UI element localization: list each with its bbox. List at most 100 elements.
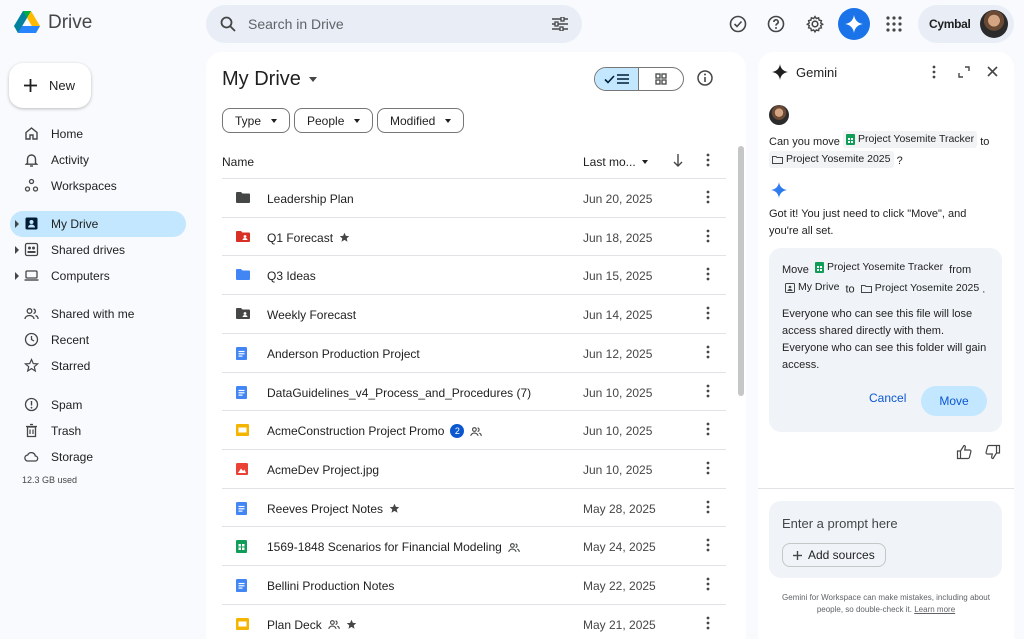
more-vert-icon[interactable] [706,461,710,475]
more-vert-icon[interactable] [932,65,936,79]
search-icon[interactable] [220,16,236,32]
list-view-button[interactable] [595,68,640,90]
file-chip[interactable]: Project Yosemite Tracker [843,131,978,148]
expand-caret-icon[interactable] [15,220,19,228]
new-button[interactable]: New [9,63,91,108]
more-vert-icon[interactable] [706,384,710,398]
table-row[interactable]: DataGuidelines_v4_Process_and_Procedures… [222,371,726,411]
search-input[interactable] [248,16,552,32]
table-row[interactable]: 1569-1848 Scenarios for Financial Modeli… [222,526,726,565]
table-row[interactable]: Anderson Production Project Jun 12, 2025 [222,332,726,372]
file-chip[interactable]: Project Yosemite Tracker [812,259,946,276]
starred-icon [339,232,350,243]
table-row[interactable]: Q3 Ideas Jun 15, 2025 [222,255,726,294]
sidebar-item-computers[interactable]: Computers [10,263,186,289]
column-modified-header[interactable]: Last mo... [583,155,648,169]
more-vert-icon[interactable] [706,153,710,167]
settings-gear-icon[interactable] [801,10,829,38]
sidebar-item-starred[interactable]: Starred [10,353,186,379]
more-vert-icon[interactable] [706,190,710,204]
more-vert-icon[interactable] [706,577,710,591]
table-row[interactable]: Q1 Forecast Jun 18, 2025 [222,216,726,256]
expand-caret-icon[interactable] [15,246,19,254]
more-vert-icon[interactable] [706,538,710,552]
more-vert-icon[interactable] [706,500,710,514]
scrollbar[interactable] [738,146,744,396]
sidebar-item-storage[interactable]: Storage [10,444,186,470]
table-row[interactable]: Bellini Production Notes May 22, 2025 [222,565,726,604]
table-row[interactable]: AcmeDev Project.jpg Jun 10, 2025 [222,448,726,488]
folder-chip[interactable]: Project Yosemite 2025 [858,280,983,297]
check-icon [604,74,615,84]
prompt-box[interactable]: Enter a prompt here Add sources [769,501,1002,578]
move-button[interactable]: Move [921,386,987,416]
page-title[interactable]: My Drive [222,68,317,91]
folder-icon [236,192,250,203]
file-modified-date: Jun 18, 2025 [583,230,653,245]
table-row[interactable]: Weekly Forecast Jun 14, 2025 [222,294,726,333]
filter-people[interactable]: People [294,108,374,133]
more-vert-icon[interactable] [706,616,710,630]
sidebar-item-label: Shared drives [51,243,126,257]
more-vert-icon[interactable] [706,345,710,359]
file-name-cell: Q3 Ideas [267,269,316,283]
table-row[interactable]: AcmeConstruction Project Promo 2 Jun 10, … [222,410,726,449]
table-row[interactable]: Reeves Project Notes May 28, 2025 [222,487,726,527]
table-row[interactable]: Plan Deck May 21, 2025 [222,603,726,639]
folder-chip[interactable]: Project Yosemite 2025 [769,151,894,168]
gemini-header: Gemini [758,52,1014,92]
source-chip[interactable]: My Drive [782,279,842,296]
expand-caret-icon[interactable] [15,272,19,280]
table-row[interactable]: Leadership Plan Jun 20, 2025 [222,178,726,217]
dropdown-arrow-icon [354,118,361,123]
search-bar[interactable] [206,5,582,43]
apps-grid-icon[interactable] [880,10,908,38]
add-sources-button[interactable]: Add sources [782,543,886,567]
grid-view-button[interactable] [639,68,683,90]
search-options-icon[interactable] [552,17,568,31]
more-vert-icon[interactable] [706,422,710,436]
filter-type[interactable]: Type [222,108,291,133]
file-name: Q1 Forecast [267,230,334,245]
account-switcher[interactable]: Cymbal [918,5,1014,43]
sidebar-item-label: Computers [51,269,110,283]
file-name-cell: 1569-1848 Scenarios for Financial Modeli… [267,540,520,554]
dropdown-arrow-icon [271,118,278,123]
prompt-input[interactable]: Enter a prompt here [782,516,898,531]
column-name-header[interactable]: Name [222,155,254,169]
sidebar-item-workspaces[interactable]: Workspaces [10,173,186,199]
image-icon [236,462,248,475]
sidebar-item-trash[interactable]: Trash [10,418,186,444]
sidebar-item-activity[interactable]: Activity [10,147,186,173]
expand-icon[interactable] [958,66,970,78]
cloud-icon [24,449,39,464]
sidebar-item-home[interactable]: Home [10,121,186,147]
sidebar-item-shared-drives[interactable]: Shared drives [10,237,186,263]
sidebar-item-spam[interactable]: Spam [10,392,186,418]
more-vert-icon[interactable] [706,306,710,320]
filter-modified[interactable]: Modified [377,108,465,133]
gemini-toggle-button[interactable] [838,8,870,40]
more-vert-icon[interactable] [706,267,710,281]
sidebar-item-my-drive[interactable]: My Drive [10,211,186,237]
ready-for-offline-icon[interactable] [724,10,752,38]
sort-arrow-down-icon[interactable] [673,154,683,167]
star-icon [24,358,39,373]
gemini-panel: Gemini Can you move Project Yosemite Tra… [758,52,1014,639]
help-icon[interactable] [762,10,790,38]
thumbs-down-icon[interactable] [985,444,1001,460]
file-modified-date: May 28, 2025 [583,501,656,516]
info-icon[interactable] [696,69,714,87]
file-name: Weekly Forecast [267,308,357,323]
drive-logo[interactable]: Drive [14,11,92,34]
sidebar-item-shared-with-me[interactable]: Shared with me [10,301,186,327]
sidebar-item-recent[interactable]: Recent [10,327,186,353]
more-vert-icon[interactable] [706,229,710,243]
cancel-button[interactable]: Cancel [869,391,906,405]
close-icon[interactable] [987,66,998,77]
sheets-icon [236,540,247,554]
learn-more-link[interactable]: Learn more [914,605,955,614]
avatar[interactable] [980,10,1008,38]
top-bar: Drive Cymbal [0,0,1024,48]
thumbs-up-icon[interactable] [956,444,972,460]
